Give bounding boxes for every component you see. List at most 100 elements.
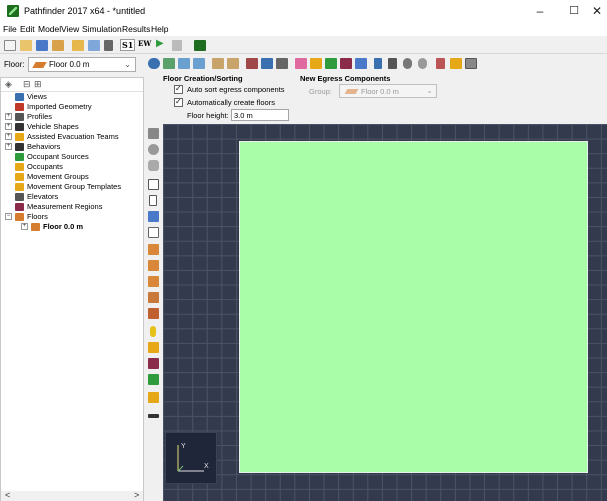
view-top-icon[interactable] bbox=[163, 58, 175, 69]
open-folder-icon[interactable] bbox=[20, 40, 32, 51]
tree-item-label: Movement Group Templates bbox=[27, 182, 122, 191]
view-right-icon[interactable] bbox=[227, 58, 239, 69]
menu-results[interactable]: Results bbox=[122, 24, 150, 34]
collapse-all-icon[interactable]: ⊟ bbox=[23, 79, 31, 90]
undo-icon[interactable] bbox=[72, 40, 84, 51]
floor-icon bbox=[344, 89, 359, 94]
floor-dropdown[interactable]: Floor 0.0 m ⌄ bbox=[28, 57, 136, 72]
floor-plane[interactable] bbox=[239, 141, 588, 473]
view-back-icon[interactable] bbox=[193, 58, 205, 69]
menu-simulation[interactable]: Simulation bbox=[82, 24, 122, 34]
occupant-source-icon[interactable] bbox=[148, 374, 159, 385]
collapse-icon[interactable]: − bbox=[5, 213, 12, 220]
import-icon[interactable] bbox=[52, 40, 64, 51]
view-3d-icon[interactable] bbox=[148, 58, 160, 69]
views-icon bbox=[15, 93, 24, 101]
expand-icon[interactable]: + bbox=[5, 133, 12, 140]
horizontal-scrollbar[interactable]: < > bbox=[1, 490, 143, 501]
wall-icon[interactable] bbox=[148, 227, 159, 238]
elevator-tool-icon[interactable] bbox=[148, 392, 159, 403]
tree-item-label: Measurement Regions bbox=[27, 202, 103, 211]
close-button[interactable]: ✕ bbox=[587, 2, 607, 20]
shaded-icon[interactable] bbox=[276, 58, 288, 69]
new-file-icon[interactable] bbox=[4, 40, 16, 51]
move-tool-icon[interactable] bbox=[148, 128, 159, 139]
floor-dropdown-value: Floor 0.0 m bbox=[49, 60, 90, 69]
ew-button[interactable]: EW bbox=[138, 39, 151, 48]
show-groups-icon[interactable] bbox=[310, 58, 322, 69]
menu-model[interactable]: Model bbox=[38, 24, 61, 34]
save-icon[interactable] bbox=[36, 40, 48, 51]
results-icon[interactable] bbox=[172, 40, 182, 51]
stair-icon[interactable] bbox=[148, 244, 159, 255]
render-icon[interactable] bbox=[246, 58, 258, 69]
snap-icon[interactable] bbox=[436, 58, 445, 69]
mirror-tool-icon[interactable] bbox=[148, 160, 159, 171]
expand-icon[interactable]: + bbox=[21, 223, 28, 230]
floors-icon bbox=[15, 213, 24, 221]
select-tool-icon[interactable] bbox=[374, 58, 382, 69]
scroll-right-icon[interactable]: > bbox=[134, 490, 139, 500]
add-occupant-icon[interactable] bbox=[150, 326, 156, 337]
scroll-left-icon[interactable]: < bbox=[5, 490, 10, 500]
menu-help[interactable]: Help bbox=[151, 24, 168, 34]
geometry-icon bbox=[15, 103, 24, 111]
auto-create-floors-label: Automatically create floors bbox=[187, 98, 275, 107]
expand-icon[interactable]: + bbox=[5, 143, 12, 150]
measurement-region-icon[interactable] bbox=[148, 358, 159, 369]
room-polygon-icon[interactable] bbox=[148, 179, 159, 190]
tree-item-label: Views bbox=[27, 92, 47, 101]
new-egress-title: New Egress Components bbox=[300, 74, 391, 83]
show-regions-icon[interactable] bbox=[340, 58, 352, 69]
ramp-icon[interactable] bbox=[148, 276, 159, 287]
filter-icon[interactable]: ◈ bbox=[5, 79, 12, 90]
tree-toolbar: ◈ ⊟ ⊞ bbox=[1, 78, 143, 92]
room-rect-icon[interactable] bbox=[149, 195, 157, 206]
pathfinder-results-icon[interactable] bbox=[194, 40, 206, 51]
room-extract-icon[interactable] bbox=[148, 211, 159, 222]
group-dropdown[interactable]: Floor 0.0 m ⌄ bbox=[339, 84, 437, 98]
expand-all-icon[interactable]: ⊞ bbox=[34, 79, 42, 90]
view-front-icon[interactable] bbox=[178, 58, 190, 69]
door-icon[interactable] bbox=[148, 308, 159, 319]
wireframe-icon[interactable] bbox=[261, 58, 273, 69]
menu-bar: File Edit Model View Simulation Results … bbox=[0, 22, 607, 36]
floor-height-input[interactable]: 3.0 m bbox=[231, 109, 289, 121]
menu-view[interactable]: View bbox=[61, 24, 79, 34]
menu-file[interactable]: File bbox=[3, 24, 17, 34]
redo-icon[interactable] bbox=[88, 40, 100, 51]
add-group-icon[interactable] bbox=[148, 342, 159, 353]
escalator-icon[interactable] bbox=[148, 292, 159, 303]
group-icon bbox=[15, 173, 24, 181]
rotate-tool-icon[interactable] bbox=[148, 144, 159, 155]
chevron-down-icon: ⌄ bbox=[426, 86, 433, 95]
expand-icon[interactable]: + bbox=[5, 123, 12, 130]
show-occupants-icon[interactable] bbox=[295, 58, 307, 69]
occupant-icon bbox=[15, 163, 24, 171]
s1-button[interactable]: S1 bbox=[120, 39, 136, 51]
auto-create-floors-checkbox[interactable] bbox=[174, 97, 183, 107]
delete-icon[interactable] bbox=[104, 40, 113, 51]
measure-tool-icon[interactable] bbox=[148, 414, 159, 418]
show-doors-icon[interactable] bbox=[355, 58, 367, 69]
expand-icon[interactable]: + bbox=[5, 113, 12, 120]
view-left-icon[interactable] bbox=[212, 58, 224, 69]
ortho-icon[interactable] bbox=[465, 58, 477, 69]
floor-label: Floor: bbox=[4, 60, 25, 69]
tree-item-label: Vehicle Shapes bbox=[27, 122, 79, 131]
minimize-button[interactable]: – bbox=[522, 2, 558, 20]
pan-tool-icon[interactable] bbox=[388, 58, 397, 69]
y-axis-label: Y bbox=[181, 443, 186, 450]
tree-item-label: Assisted Evacuation Teams bbox=[27, 132, 119, 141]
zoom-tool-icon[interactable] bbox=[403, 58, 412, 69]
auto-sort-checkbox[interactable] bbox=[174, 84, 183, 94]
show-sources-icon[interactable] bbox=[325, 58, 337, 69]
stair-2pt-icon[interactable] bbox=[148, 260, 159, 271]
view-toolbar bbox=[145, 55, 607, 72]
navigation-tree-panel: ◈ ⊟ ⊞ Views Imported Geometry + Profiles + Ve… bbox=[0, 77, 144, 501]
zoom-extents-icon[interactable] bbox=[418, 58, 427, 69]
menu-edit[interactable]: Edit bbox=[20, 24, 35, 34]
grid-icon[interactable] bbox=[450, 58, 462, 69]
run-simulation-icon[interactable]: ▶ bbox=[156, 38, 164, 49]
app-window: Pathfinder 2017 x64 - *untitled – ☐ ✕ Fi… bbox=[0, 0, 607, 501]
